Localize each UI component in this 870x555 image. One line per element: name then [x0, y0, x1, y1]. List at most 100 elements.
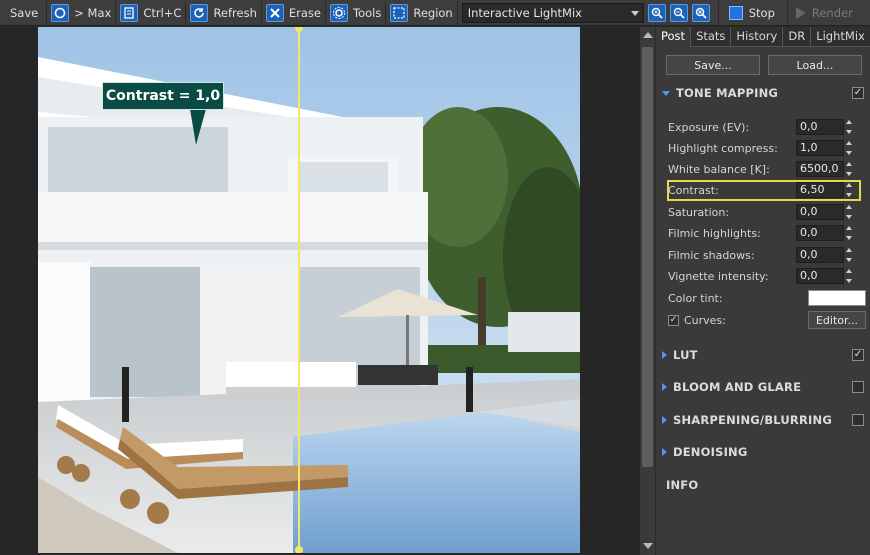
- curves-editor-button[interactable]: Editor...: [808, 311, 866, 329]
- exposure-input[interactable]: 0,0: [796, 119, 844, 135]
- contrast-highlight-box: [667, 180, 861, 201]
- section-lut[interactable]: LUT ✓: [656, 346, 870, 364]
- copy-button[interactable]: Ctrl+C: [116, 0, 187, 25]
- section-bloom-glare[interactable]: BLOOM AND GLARE: [656, 378, 870, 396]
- stop-button[interactable]: Stop: [717, 0, 788, 25]
- render-viewport[interactable]: Contrast = 1,0: [0, 27, 638, 555]
- callout-text: Contrast = 1,0: [105, 88, 221, 104]
- max-icon: [51, 3, 70, 22]
- section-title: BLOOM AND GLARE: [673, 380, 802, 394]
- collapsed-triangle-icon: [662, 383, 667, 391]
- vignette-input[interactable]: 0,0: [796, 268, 844, 284]
- copy-label: Ctrl+C: [143, 5, 182, 20]
- split-line[interactable]: [298, 27, 300, 553]
- region-button[interactable]: Region: [386, 0, 458, 25]
- expanded-triangle-icon: [662, 90, 670, 96]
- stop-icon: [728, 5, 743, 20]
- render-label: Render: [811, 5, 853, 20]
- gear-icon: [330, 3, 348, 22]
- param-row-curves: ✓ Curves: Editor...: [668, 311, 866, 329]
- tab-post[interactable]: Post: [656, 27, 692, 47]
- saturation-input[interactable]: 0,0: [796, 204, 844, 220]
- filmic-shadows-input[interactable]: 0,0: [796, 247, 844, 263]
- chevron-down-icon: [630, 10, 639, 16]
- param-row-white-balance: White balance [K]: 6500,0: [668, 160, 864, 178]
- save-preset-button[interactable]: Save...: [666, 55, 760, 75]
- erase-button[interactable]: Erase: [262, 0, 326, 25]
- tools-button[interactable]: Tools: [326, 0, 387, 25]
- callout-tail: [190, 109, 206, 145]
- section-title: INFO: [666, 478, 699, 492]
- param-label: Filmic highlights:: [668, 226, 761, 240]
- collapsed-triangle-icon: [662, 416, 667, 424]
- render-button[interactable]: Render: [788, 1, 857, 25]
- save-label: Save: [10, 5, 39, 20]
- param-label: Saturation:: [668, 205, 730, 219]
- scroll-thumb[interactable]: [642, 47, 653, 467]
- split-handle-bottom[interactable]: [295, 546, 303, 553]
- panel-tabs: Post Stats History DR LightMix: [656, 27, 870, 47]
- tab-lightmix[interactable]: LightMix: [811, 27, 870, 47]
- contrast-callout: Contrast = 1,0: [102, 82, 224, 110]
- section-sharpening[interactable]: SHARPENING/BLURRING: [656, 411, 870, 429]
- tab-history[interactable]: History: [731, 27, 784, 47]
- load-preset-button[interactable]: Load...: [768, 55, 862, 75]
- tone-mapping-checkbox[interactable]: ✓: [852, 87, 864, 99]
- tab-dr[interactable]: DR: [783, 27, 812, 47]
- refresh-button[interactable]: Refresh: [186, 0, 262, 25]
- spinner-arrows-icon[interactable]: [846, 161, 854, 177]
- play-icon: [795, 6, 806, 19]
- spinner-arrows-icon[interactable]: [846, 140, 854, 156]
- save-button[interactable]: Save: [0, 0, 48, 25]
- erase-label: Erase: [288, 5, 321, 20]
- filmic-highlights-input[interactable]: 0,0: [796, 225, 844, 241]
- scroll-up-icon[interactable]: [643, 32, 653, 38]
- section-tone-mapping[interactable]: TONE MAPPING ✓: [656, 84, 870, 102]
- highlight-compress-input[interactable]: 1,0: [796, 140, 844, 156]
- param-label: Vignette intensity:: [668, 269, 769, 283]
- viewport-scrollbar[interactable]: [639, 27, 655, 555]
- lut-checkbox[interactable]: ✓: [852, 349, 864, 361]
- zoom-in-icon[interactable]: [647, 3, 666, 22]
- copy-icon: [120, 3, 139, 22]
- param-row-vignette: Vignette intensity: 0,0: [668, 267, 864, 285]
- param-label: Curves:: [684, 313, 726, 327]
- curves-checkbox[interactable]: ✓: [668, 314, 679, 326]
- tools-label: Tools: [353, 5, 382, 20]
- sharpening-checkbox[interactable]: [852, 414, 864, 426]
- bloom-checkbox[interactable]: [852, 381, 864, 393]
- section-title: SHARPENING/BLURRING: [673, 413, 832, 427]
- param-label: Filmic shadows:: [668, 248, 755, 262]
- white-balance-input[interactable]: 6500,0: [796, 161, 844, 177]
- region-label: Region: [413, 5, 453, 20]
- section-title: DENOISING: [673, 445, 748, 459]
- param-row-exposure: Exposure (EV): 0,0: [668, 118, 864, 136]
- param-label: Color tint:: [668, 291, 723, 305]
- param-row-color-tint: Color tint:: [668, 289, 866, 307]
- region-icon: [390, 3, 409, 22]
- zoom-out-icon[interactable]: [669, 3, 688, 22]
- spinner-arrows-icon[interactable]: [846, 119, 854, 135]
- spinner-arrows-icon[interactable]: [846, 204, 854, 220]
- spinner-arrows-icon[interactable]: [846, 268, 854, 284]
- toolbar: Save > Max Ctrl+C Refresh Erase Tools Re…: [0, 0, 870, 26]
- color-tint-swatch[interactable]: [808, 290, 866, 306]
- param-row-filmic-shadows: Filmic shadows: 0,0: [668, 246, 864, 264]
- post-panel: Post Stats History DR LightMix Save... L…: [656, 27, 870, 555]
- collapsed-triangle-icon: [662, 351, 667, 359]
- spinner-arrows-icon[interactable]: [846, 225, 854, 241]
- spinner-arrows-icon[interactable]: [846, 247, 854, 263]
- section-title: TONE MAPPING: [676, 86, 779, 100]
- channel-dropdown[interactable]: Interactive LightMix: [461, 2, 644, 23]
- section-denoising[interactable]: DENOISING: [656, 443, 870, 461]
- max-label: > Max: [74, 5, 112, 20]
- tab-stats[interactable]: Stats: [691, 27, 732, 47]
- section-info[interactable]: INFO: [656, 476, 870, 494]
- param-row-saturation: Saturation: 0,0: [668, 203, 864, 221]
- channel-value: Interactive LightMix: [467, 5, 582, 20]
- param-row-filmic-highlights: Filmic highlights: 0,0: [668, 224, 864, 242]
- zoom-fit-icon[interactable]: [691, 3, 710, 22]
- scroll-down-icon[interactable]: [643, 543, 653, 549]
- send-to-max-button[interactable]: > Max: [47, 0, 117, 25]
- param-label: White balance [K]:: [668, 162, 770, 176]
